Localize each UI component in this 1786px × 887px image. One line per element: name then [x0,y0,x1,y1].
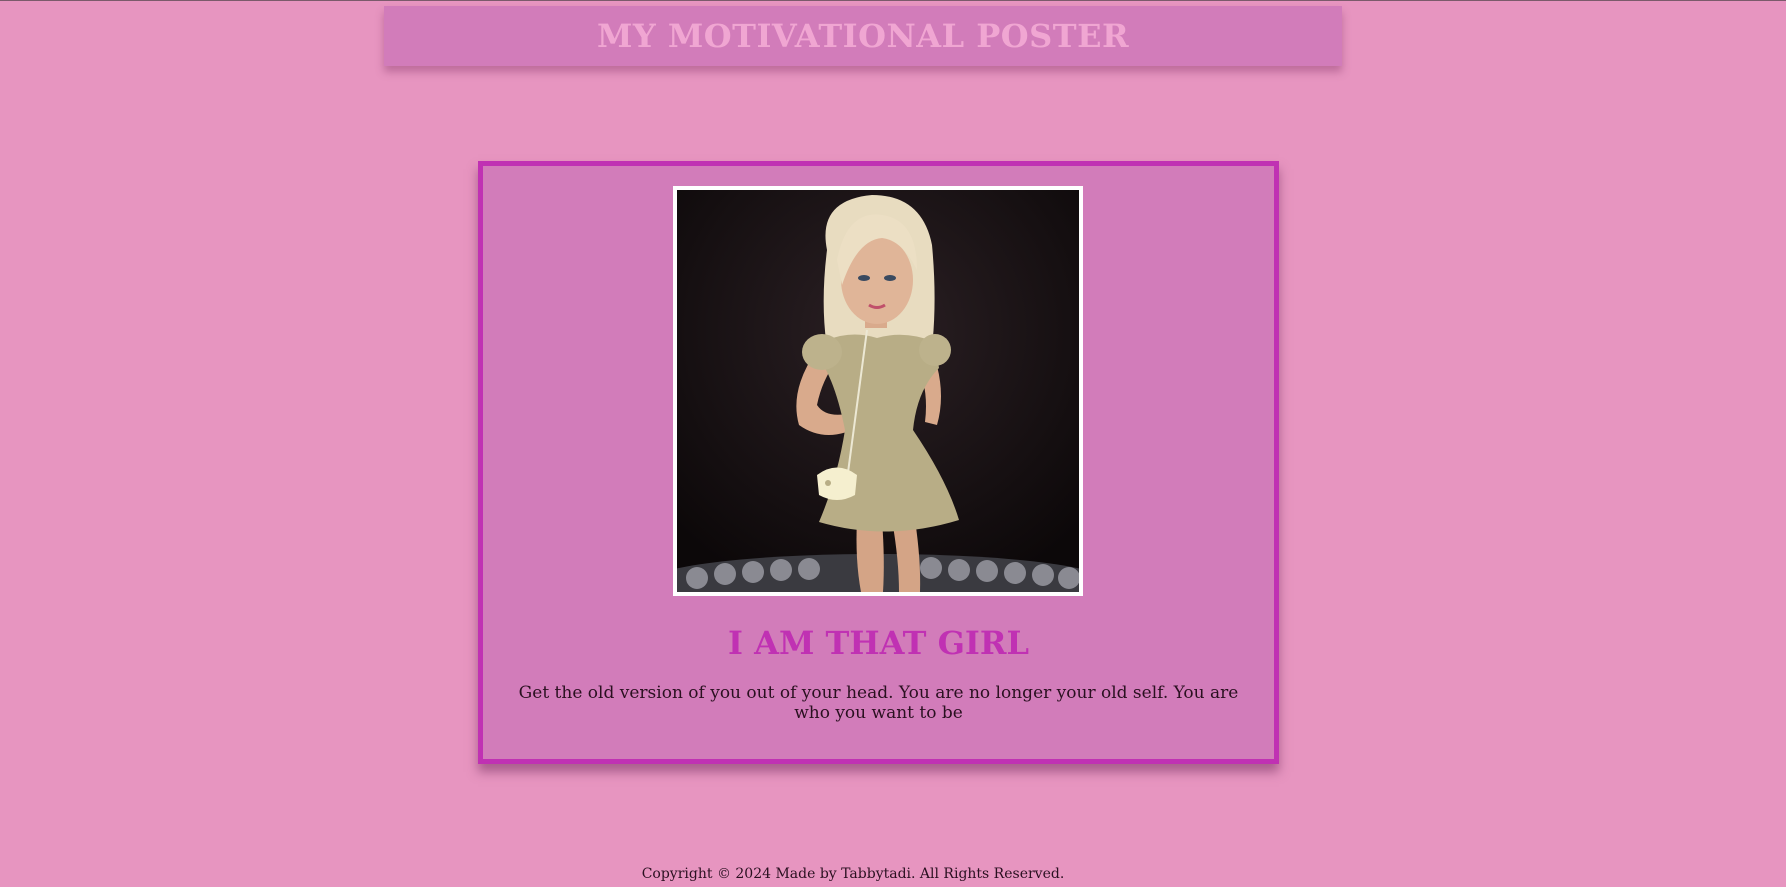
poster-image [673,186,1083,596]
poster-title: I AM THAT GIRL [728,624,1029,662]
page-title: MY MOTIVATIONAL POSTER [596,17,1130,55]
page-header: MY MOTIVATIONAL POSTER [384,6,1342,66]
motivational-poster-card: I AM THAT GIRL Get the old version of yo… [478,161,1279,764]
cartoon-girl-illustration-icon [677,190,1079,592]
page-footer: Copyright © 2024 Made by Tabbytadi. All … [641,866,1065,882]
poster-quote: Get the old version of you out of your h… [518,683,1239,723]
